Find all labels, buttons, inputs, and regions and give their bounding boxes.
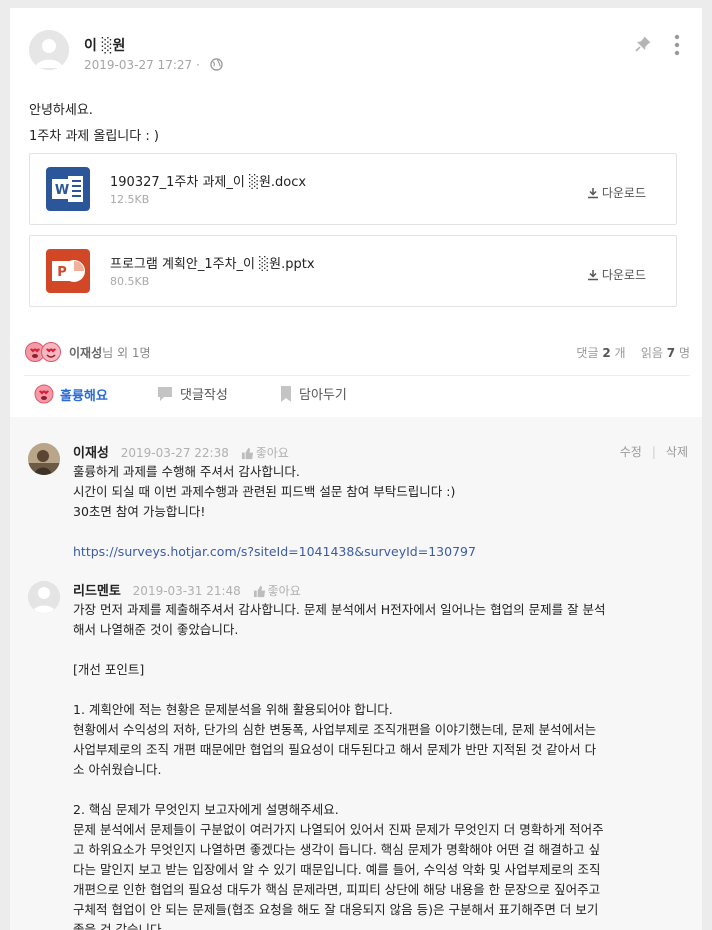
comment-line: 시간이 되실 때 이번 과제수행과 관련된 피드백 설문 참여 부탁드립니다 :… — [73, 484, 456, 499]
comment-like-button[interactable]: 좋아요 — [241, 446, 289, 460]
reaction-summary: 이재성님 외 1명 댓글 2 개 읽음 7 명 — [24, 341, 690, 363]
comment-item: 리드멘토 2019-03-31 21:48 좋아요 가장 먼저 과제를 제출해주… — [28, 581, 688, 930]
comment-line: 좋을 것 같습니다. — [73, 922, 166, 930]
comment-line: 문제 분석에서 문제들이 구분없이 여러가지 나열되어 있어서 진짜 문제가 무… — [73, 822, 604, 837]
powerpoint-icon: P — [46, 249, 90, 293]
comment-line: 훌륭하게 과제를 수행해 주셔서 감사합니다. — [73, 464, 300, 479]
attachment-pptx[interactable]: P 프로그램 계획안_1주차_이 ░원.pptx 80.5KB 다운로드 — [29, 235, 677, 307]
post-body: 안녕하세요. 1주차 과제 올립니다 : ) — [29, 98, 159, 150]
user-photo-icon — [28, 443, 60, 475]
read-count-unit: 명 — [678, 346, 690, 360]
edit-comment-button[interactable]: 수정 — [620, 445, 642, 459]
comment-icon — [158, 387, 172, 401]
comment-like-label: 좋아요 — [255, 446, 289, 460]
download-label: 다운로드 — [601, 186, 646, 200]
comment-section: 이재성 2019-03-27 22:38 좋아요 수정 | 삭제 훌륭하게 과제를 … — [10, 417, 702, 930]
comment-line: 해서 나열해준 것이 좋았습니다. — [73, 622, 239, 637]
comment-line: [개선 포인트] — [73, 662, 145, 677]
like-label: 훌륭해요 — [60, 389, 108, 404]
post-author[interactable]: 이 ░원 — [84, 35, 125, 55]
comment-line: 개편으로 인한 협업의 필요성 대두가 핵심 문제라면, 피피티 상단에 해당 … — [73, 882, 601, 897]
comment-controls: 수정 | 삭제 — [619, 445, 688, 459]
comment-count: 2 — [602, 346, 611, 360]
write-comment-button[interactable]: 댓글작성 — [156, 384, 228, 408]
attachment-name[interactable]: 190327_1주차 과제_이 ░원.docx — [110, 171, 306, 190]
post-body-line: 안녕하세요. — [29, 103, 93, 118]
comment-body: 가장 먼저 과제를 제출해주셔서 감사합니다. 문제 분석에서 H전자에서 일어… — [73, 600, 683, 930]
svg-text:W: W — [55, 183, 69, 198]
post-card: 이 ░원 2019-03-27 17:27 · 안녕하세요. 1주차 과제 올립… — [10, 8, 702, 930]
comment-header: 이재성 2019-03-27 22:38 좋아요 — [73, 442, 289, 461]
attachment-docx[interactable]: W 190327_1주차 과제_이 ░원.docx 12.5KB 다운로드 — [29, 153, 677, 225]
comment-line: 현황에서 수익성의 저하, 단가의 심한 변동폭, 사업부제로 조직개편을 이야… — [73, 722, 597, 737]
reaction-emojis[interactable] — [24, 341, 64, 363]
comment-count-label: 댓글 — [576, 346, 599, 360]
post-timestamp: 2019-03-27 17:27 · — [84, 58, 200, 72]
comment-line: 소 아쉬웠습니다. — [73, 762, 162, 777]
word-icon: W — [46, 167, 90, 211]
comment-count-unit: 개 — [614, 346, 626, 360]
download-button[interactable]: 다운로드 — [587, 266, 646, 283]
comment-like-label: 좋아요 — [267, 584, 301, 598]
comment-line: 1. 계획안에 적는 현황은 문제분석을 위해 활용되어야 합니다. — [73, 702, 393, 717]
comment-avatar[interactable] — [28, 581, 60, 613]
comment-line: 30초면 참여 가능합니다! — [73, 504, 206, 519]
write-comment-label: 댓글작성 — [180, 388, 228, 403]
comment-timestamp: 2019-03-27 22:38 — [120, 446, 229, 460]
heart-eyes-emoji-icon — [34, 384, 54, 404]
download-label: 다운로드 — [601, 268, 646, 282]
post-body-line: 1주차 과제 올립니다 : ) — [29, 129, 159, 144]
post-header: 이 ░원 2019-03-27 17:27 · — [29, 30, 689, 74]
read-count-label: 읽음 — [640, 346, 663, 360]
download-button[interactable]: 다운로드 — [587, 184, 646, 201]
post-stats: 댓글 2 개 읽음 7 명 — [576, 344, 690, 361]
comment-author[interactable]: 리드멘토 — [73, 584, 121, 599]
delete-comment-button[interactable]: 삭제 — [666, 445, 688, 459]
pin-icon[interactable] — [634, 35, 652, 53]
attachment-size: 12.5KB — [110, 193, 150, 206]
comment-item: 이재성 2019-03-27 22:38 좋아요 수정 | 삭제 훌륭하게 과제를 … — [28, 443, 688, 563]
default-user-icon — [29, 30, 69, 70]
more-options-icon[interactable] — [673, 34, 681, 56]
comment-line: 2. 핵심 문제가 무엇인지 보고자에게 설명해주세요. — [73, 802, 339, 817]
comment-timestamp: 2019-03-31 21:48 — [132, 584, 241, 598]
post-meta: 2019-03-27 17:27 · — [84, 58, 223, 72]
reaction-user-name: 이재성 — [69, 346, 103, 360]
reaction-users[interactable]: 이재성님 외 1명 — [69, 344, 151, 361]
comment-line: 가장 먼저 과제를 제출해주셔서 감사합니다. 문제 분석에서 H전자에서 일어… — [73, 602, 606, 617]
avatar[interactable] — [29, 30, 69, 70]
comment-line: 다는 말인지 보고 받는 입장에서 알 수 있기 때문입니다. 예를 들어, 수… — [73, 862, 601, 877]
attachment-name[interactable]: 프로그램 계획안_1주차_이 ░원.pptx — [110, 253, 315, 272]
comment-line: 구체적 협업이 안 되는 문제들(협조 요청을 해도 잘 대응되지 않음 등)은… — [73, 902, 599, 917]
comment-body: 훌륭하게 과제를 수행해 주셔서 감사합니다. 시간이 되실 때 이번 과제수행… — [73, 462, 683, 562]
heart-eyes-emoji-icon — [25, 342, 61, 362]
globe-icon — [209, 58, 223, 71]
reaction-suffix: 님 외 1명 — [102, 346, 151, 360]
comment-like-button[interactable]: 좋아요 — [253, 584, 301, 598]
svg-text:P: P — [57, 265, 67, 280]
comment-line: 사업부제로의 조직 개편 때문에만 협업의 필요성이 대두된다고 해서 문제가 … — [73, 742, 597, 757]
bookmark-icon — [281, 386, 291, 402]
like-button[interactable]: 훌륭해요 — [34, 384, 108, 408]
survey-link[interactable]: https://surveys.hotjar.com/s?siteId=1041… — [73, 544, 476, 559]
bookmark-label: 담아두기 — [299, 388, 347, 403]
comment-avatar[interactable] — [28, 443, 60, 475]
comment-line: 고 하위요소가 무엇인지 나열하면 좋겠다는 생각이 듭니다. 핵심 문제가 명… — [73, 842, 601, 857]
divider — [24, 375, 690, 376]
download-icon — [587, 270, 598, 281]
comment-author[interactable]: 이재성 — [73, 446, 109, 461]
comment-header: 리드멘토 2019-03-31 21:48 좋아요 — [73, 580, 301, 599]
default-user-icon — [28, 581, 60, 613]
download-icon — [587, 188, 598, 199]
bookmark-button[interactable]: 담아두기 — [279, 384, 347, 408]
attachment-size: 80.5KB — [110, 275, 150, 288]
thumbs-up-icon — [241, 447, 253, 460]
read-count: 7 — [666, 346, 676, 360]
thumbs-up-icon — [253, 585, 265, 598]
